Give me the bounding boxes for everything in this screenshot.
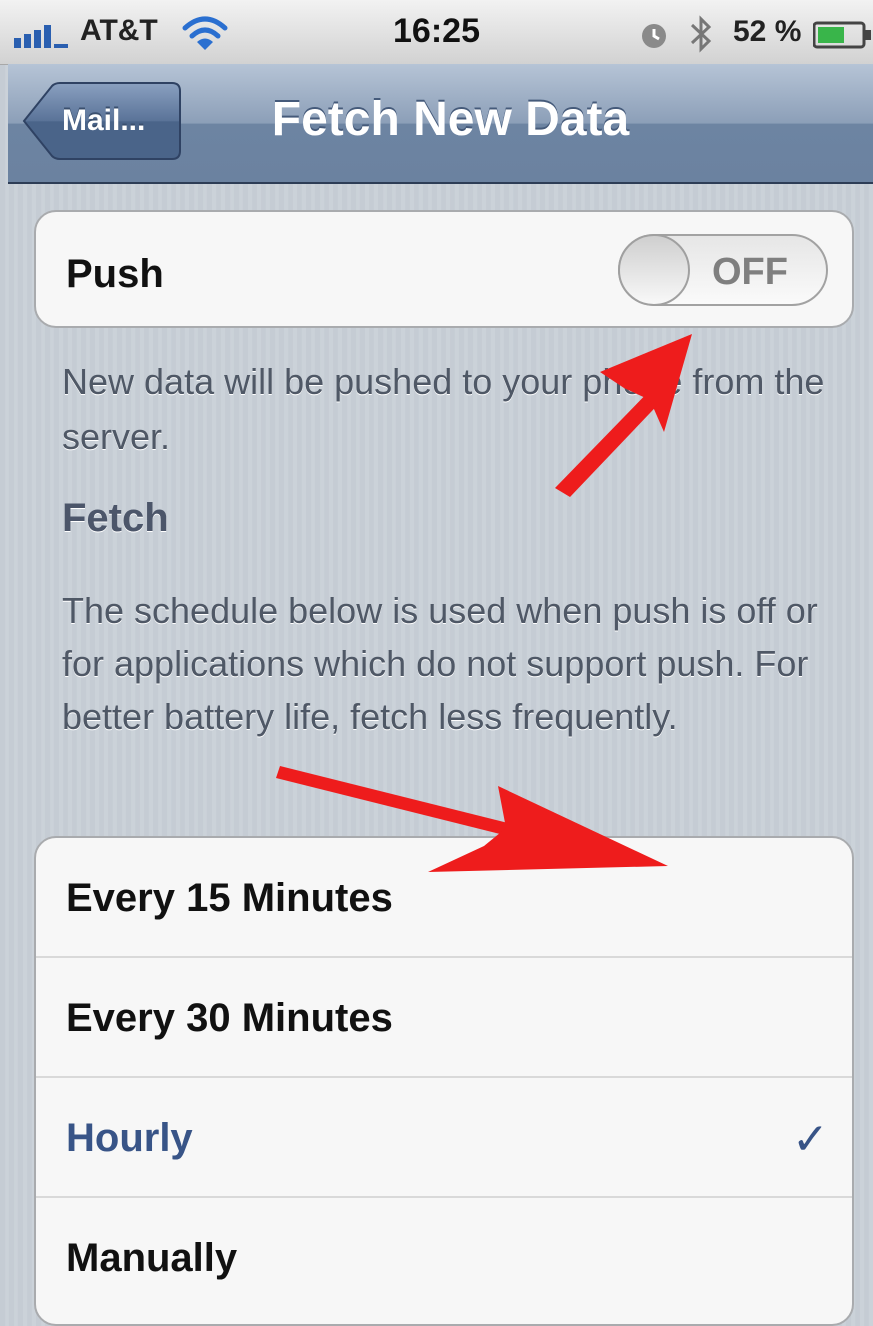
page-title: Fetch New Data (8, 92, 873, 147)
checkmark-icon: ✓ (792, 1115, 829, 1164)
battery-percent: 52 % (733, 15, 802, 48)
schedule-option-label: Hourly (66, 1116, 193, 1160)
fetch-section-header: Fetch (62, 496, 169, 540)
push-toggle-state: OFF (712, 251, 788, 293)
schedule-option-every-30-minutes[interactable]: Every 30 Minutes (36, 958, 852, 1078)
clock-icon (642, 24, 666, 48)
bluetooth-icon (690, 15, 712, 53)
push-cell: Push OFF (34, 210, 854, 328)
page-title-text: Fetch New Data (271, 93, 630, 146)
battery-icon (813, 21, 871, 49)
schedule-option-label: Manually (66, 1236, 238, 1280)
schedule-option-label: Every 30 Minutes (66, 996, 393, 1040)
schedule-option-every-15-minutes[interactable]: Every 15 Minutes (36, 838, 852, 958)
schedule-option-hourly[interactable]: Hourly ✓ (36, 1078, 852, 1198)
schedule-option-manually[interactable]: Manually (36, 1198, 852, 1318)
navigation-bar: Mail... Fetch New Data (8, 64, 873, 184)
status-bar: AT&T 16:25 52 % (0, 0, 873, 65)
schedule-option-label: Every 15 Minutes (66, 876, 393, 920)
fetch-description: The schedule below is used when push is … (62, 590, 818, 737)
push-label: Push (66, 252, 164, 296)
push-footer-text: New data will be pushed to your phone fr… (62, 361, 825, 457)
fetch-schedule-list: Every 15 Minutes Every 30 Minutes Hourly… (34, 836, 854, 1326)
push-toggle-knob[interactable] (618, 234, 690, 306)
push-toggle[interactable]: OFF (618, 234, 828, 306)
